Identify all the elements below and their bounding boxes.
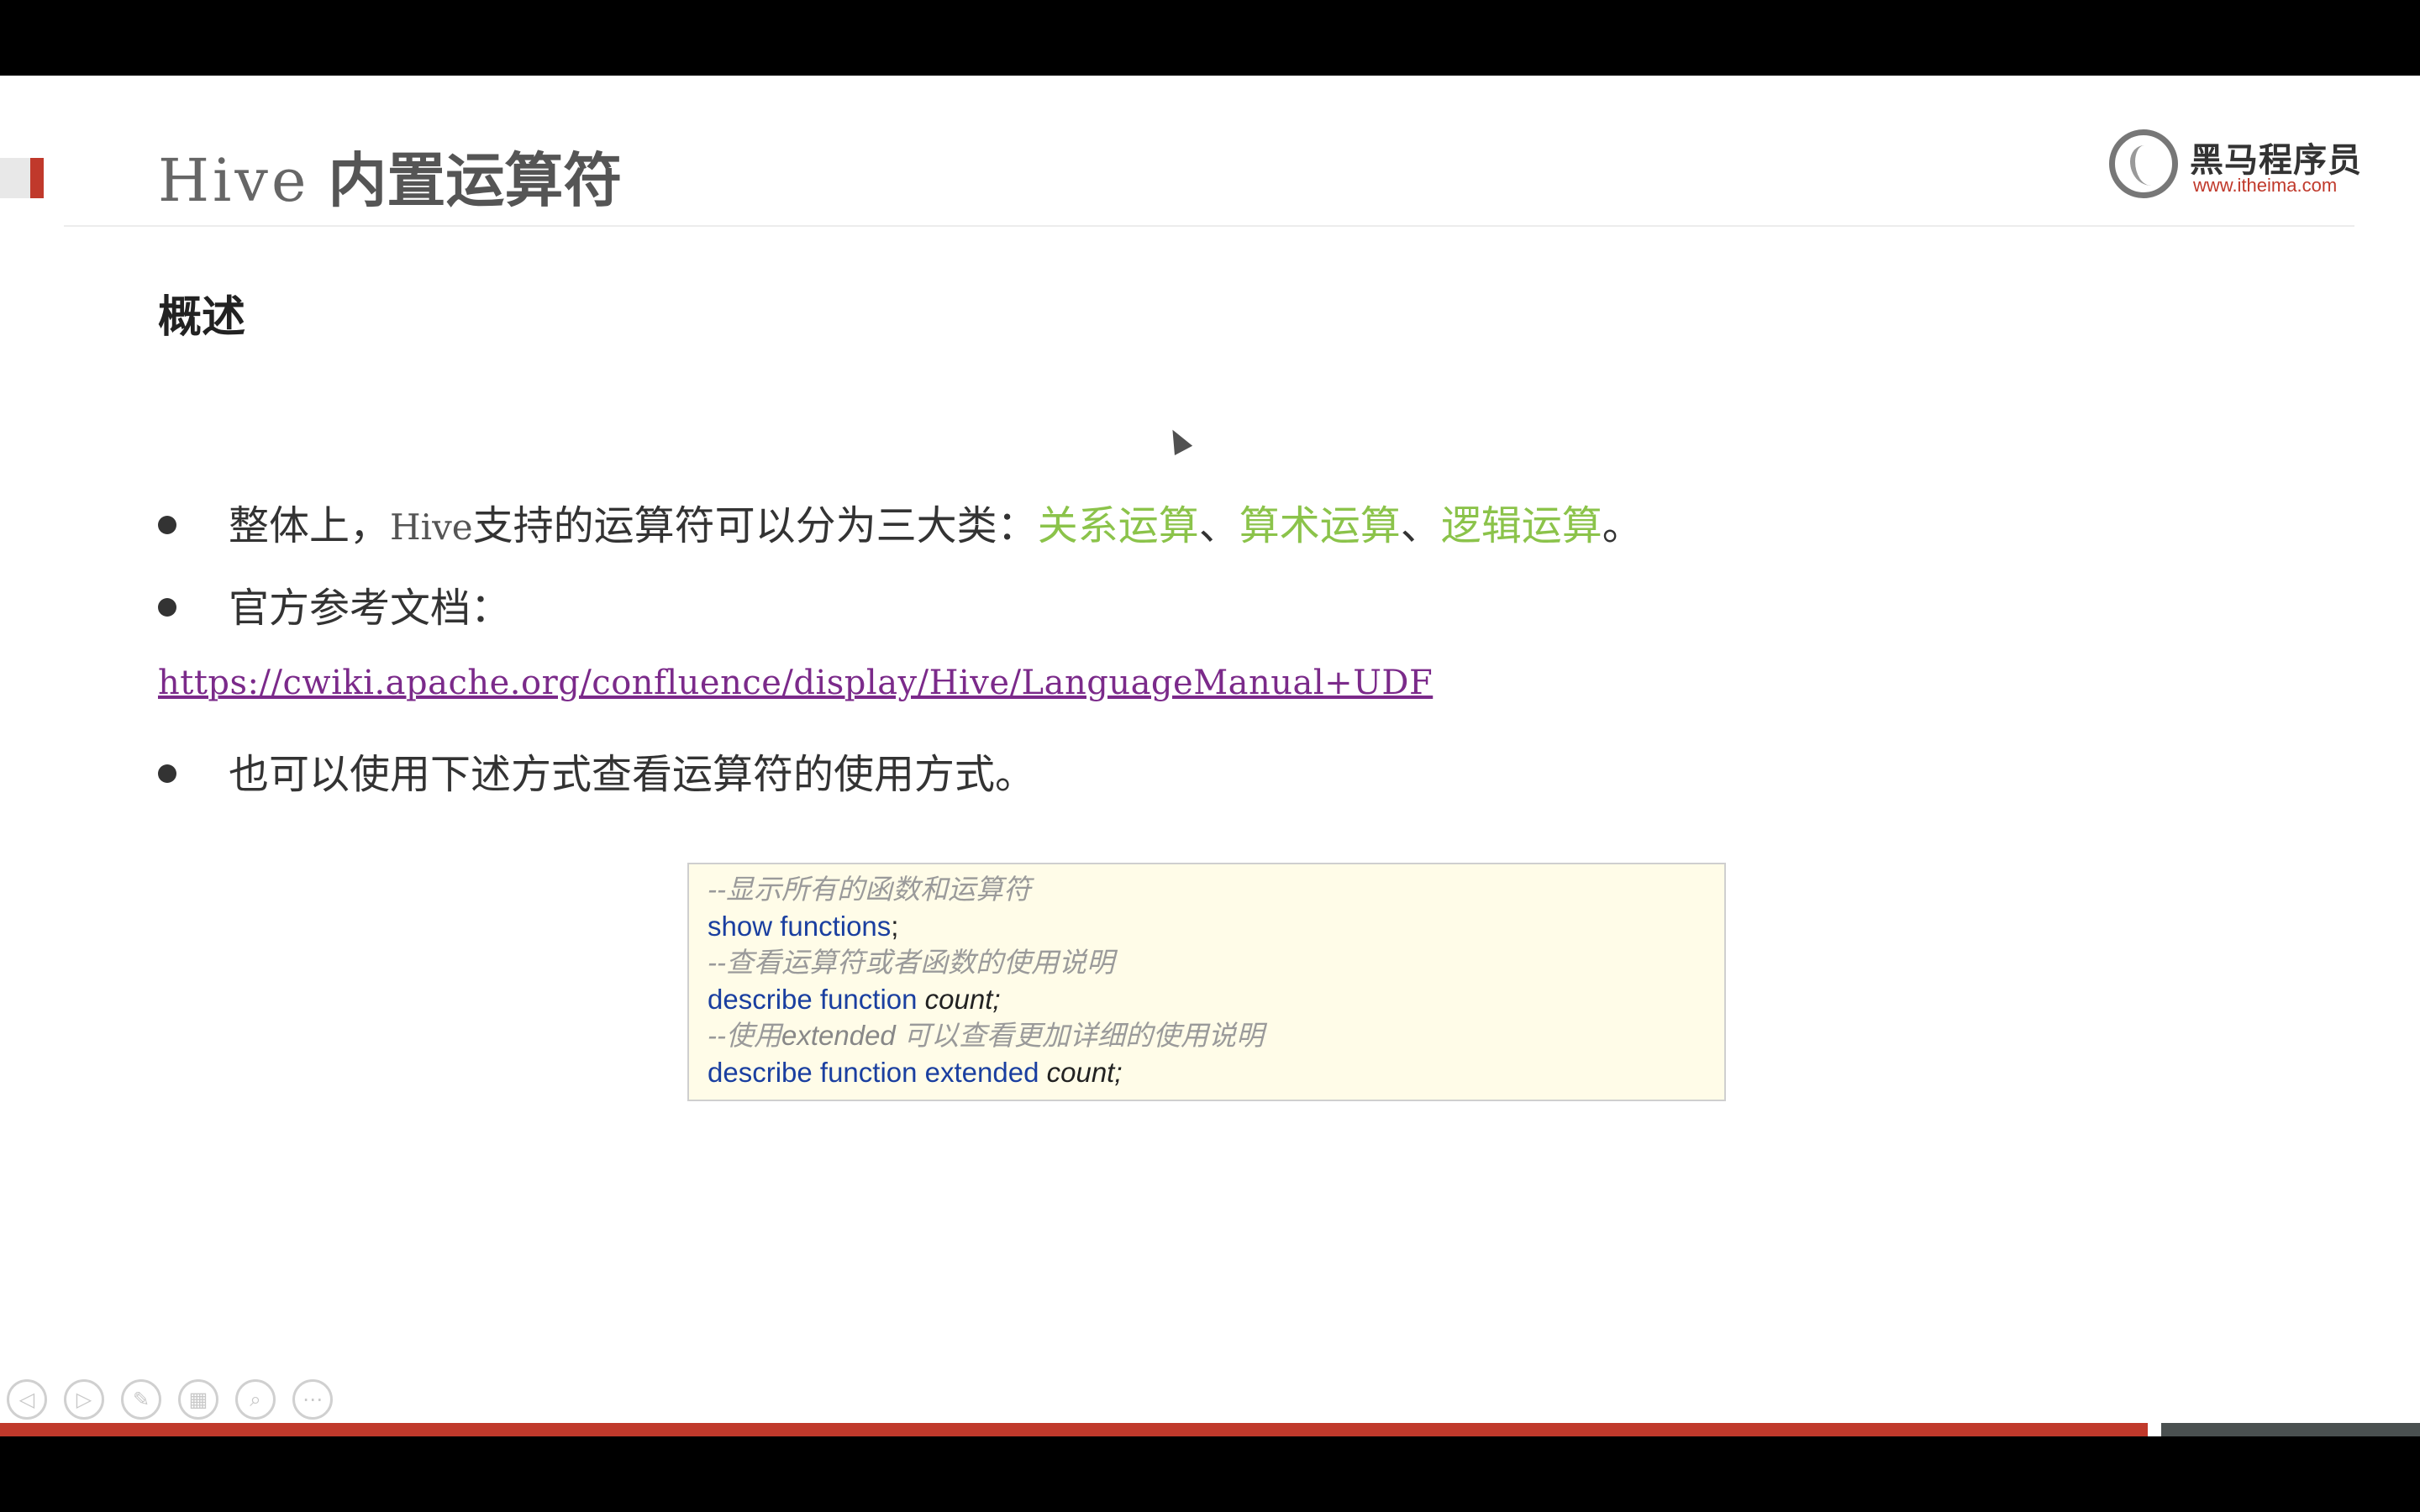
- bullet-dot-icon: [158, 516, 176, 534]
- code-line: --使用extended 可以查看更加详细的使用说明: [708, 1017, 1706, 1054]
- code-line: describe function extended count;: [708, 1054, 1706, 1091]
- presentation-slide: Hive 内置运算符 黑马程序员 www.itheima.com 概述 整体上，H…: [0, 76, 2420, 1436]
- logo-horse-icon: [2109, 129, 2178, 198]
- bullet1-prefix: 整体上，: [229, 502, 391, 549]
- bullet1-end: 。: [1602, 502, 1643, 549]
- title-accent-bar: [30, 158, 44, 198]
- code-line: describe function count;: [708, 981, 1706, 1018]
- mouse-cursor-icon: [1163, 425, 1193, 455]
- slide-title-cjk: 内置运算符: [328, 146, 623, 215]
- bullet-official-docs: 官方参考文档：: [158, 581, 511, 635]
- code-keyword: show functions: [708, 910, 892, 942]
- bullet-dot-icon: [158, 764, 176, 783]
- code-comment: --查看运算符或者函数的使用说明: [708, 947, 1114, 978]
- bullet1-middle: 支持的运算符可以分为三大类：: [472, 502, 1038, 549]
- bullet2-text: 官方参考文档：: [229, 585, 512, 632]
- code-argument: count: [1046, 1056, 1115, 1088]
- prev-icon[interactable]: ◁: [7, 1379, 47, 1420]
- code-line: --查看运算符或者函数的使用说明: [708, 944, 1706, 981]
- bullet-operator-categories: 整体上，Hive支持的运算符可以分为三大类：关系运算、算术运算、逻辑运算。: [158, 499, 1643, 554]
- bullet1-sep1: 、: [1198, 502, 1239, 549]
- category-arithmetic: 算术运算: [1239, 502, 1401, 549]
- bullet1-sep2: 、: [1400, 502, 1441, 549]
- category-logical: 逻辑运算: [1440, 502, 1602, 549]
- brand-logo: 黑马程序员 www.itheima.com: [2109, 126, 2361, 210]
- video-bottom-letterbox: [0, 1436, 2420, 1512]
- code-comment: 可以查看更加详细的使用说明: [895, 1020, 1264, 1051]
- code-comment: --使用: [708, 1020, 781, 1051]
- section-heading: 概述: [158, 292, 246, 343]
- slide-title: Hive 内置运算符: [158, 143, 622, 218]
- code-keyword: describe function: [708, 983, 925, 1015]
- slide-progress-bar: [0, 1423, 2148, 1436]
- logo-url: www.itheima.com: [2193, 175, 2338, 196]
- pen-icon[interactable]: ✎: [121, 1379, 161, 1420]
- code-line: --显示所有的函数和运算符: [708, 871, 1706, 908]
- code-comment: --显示所有的函数和运算符: [708, 874, 1031, 905]
- code-punct: ;: [891, 910, 899, 942]
- bullet1-hive: Hive: [390, 507, 473, 548]
- slideshow-controls: ◁ ▷ ✎ ▦ ⌕ ⋯: [7, 1379, 333, 1421]
- bullet-view-usage: 也可以使用下述方式查看运算符的使用方式。: [158, 748, 1035, 801]
- slide-progress-remaining: [2161, 1423, 2420, 1436]
- code-comment-keyword: extended: [781, 1020, 896, 1051]
- code-keyword: describe function extended: [708, 1056, 1047, 1088]
- code-punct: ;: [992, 983, 1001, 1015]
- code-punct: ;: [1114, 1056, 1123, 1088]
- title-accent-block: [0, 158, 30, 198]
- code-argument: count: [924, 983, 993, 1015]
- zoom-icon[interactable]: ⌕: [235, 1379, 276, 1420]
- video-top-letterbox: [0, 0, 2420, 76]
- slides-icon[interactable]: ▦: [178, 1379, 218, 1420]
- category-relational: 关系运算: [1037, 502, 1199, 549]
- title-divider: [64, 225, 2354, 227]
- bullet-dot-icon: [158, 598, 176, 617]
- code-line: show functions;: [708, 908, 1706, 945]
- slide-title-latin: Hive: [158, 146, 310, 215]
- bullet3-text: 也可以使用下述方式查看运算符的使用方式。: [229, 751, 1036, 798]
- next-icon[interactable]: ▷: [64, 1379, 104, 1420]
- code-snippet-box: --显示所有的函数和运算符 show functions; --查看运算符或者函…: [687, 863, 1726, 1101]
- more-icon[interactable]: ⋯: [292, 1379, 333, 1420]
- official-docs-link[interactable]: https://cwiki.apache.org/confluence/disp…: [158, 664, 1433, 702]
